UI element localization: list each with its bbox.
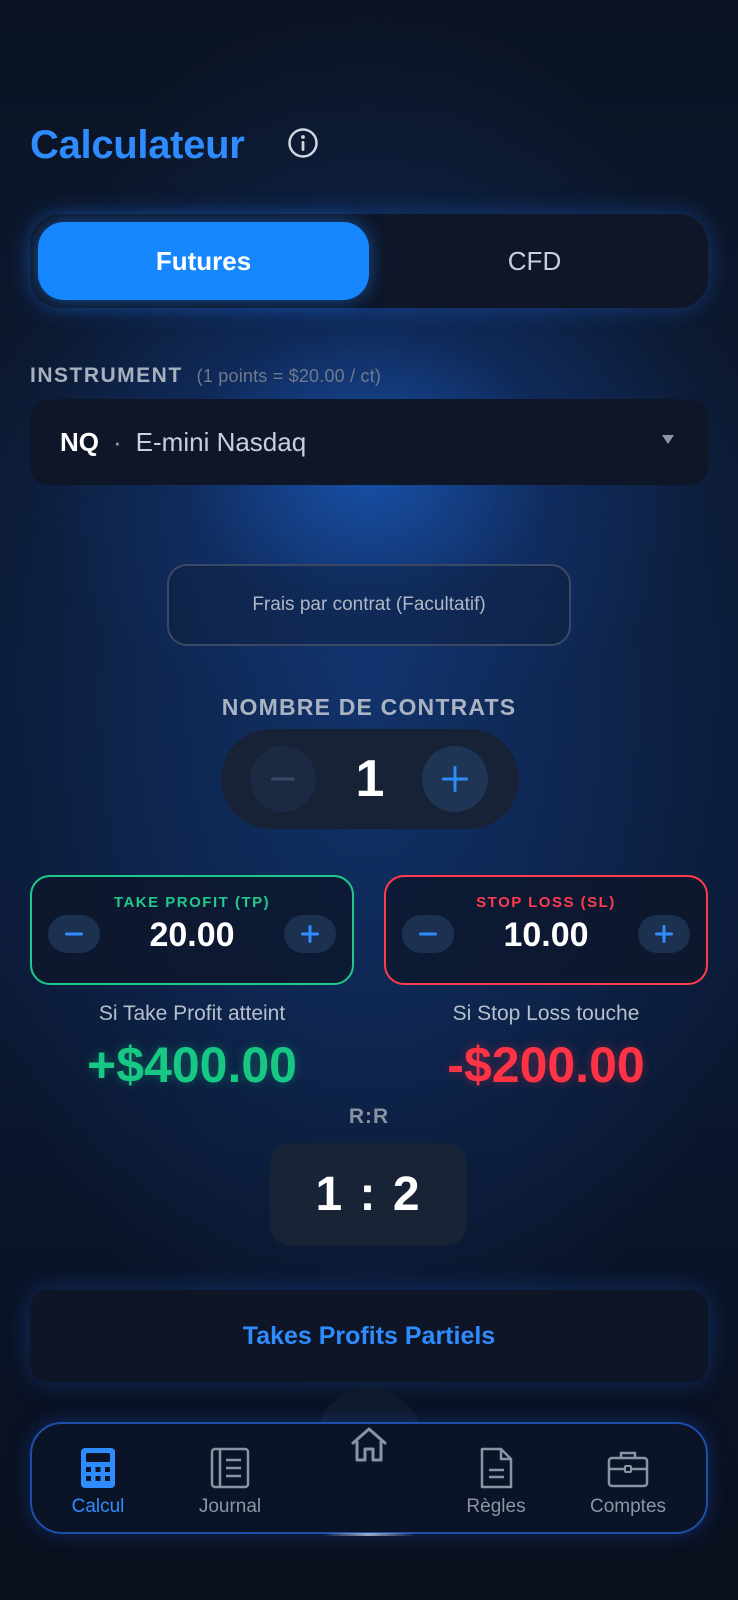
instrument-label-text: INSTRUMENT (30, 364, 183, 387)
instrument-label: INSTRUMENT (1 points = $20.00 / ct) (30, 364, 381, 388)
stop-loss-outcome-value: -$200.00 (447, 1037, 645, 1093)
take-profit-label: TAKE PROFIT (TP) (113, 894, 271, 911)
nav-item-journal[interactable]: Journal (170, 1424, 290, 1532)
minus-icon (419, 932, 437, 936)
stop-loss-value[interactable]: 10.00 (466, 913, 626, 957)
contracts-increment-button[interactable] (422, 746, 488, 812)
take-profit-outcome-value: +$400.00 (87, 1037, 297, 1093)
contracts-label: NOMBRE DE CONTRATS (221, 694, 517, 720)
chevron-down-icon (662, 435, 674, 444)
mode-toggle: Futures CFD (30, 214, 708, 308)
risk-reward-value: 1 : 2 (270, 1143, 467, 1245)
journal-icon (210, 1447, 250, 1489)
stop-loss-label: STOP LOSS (SL) (476, 894, 616, 911)
document-icon (480, 1447, 513, 1489)
home-indicator (322, 1533, 416, 1536)
point-value-hint: (1 points = $20.00 / ct) (196, 366, 382, 386)
instrument-name: E-mini Nasdaq (135, 426, 307, 457)
nav-label-comptes: Comptes (589, 1496, 667, 1517)
stop-loss-outcome-label: Si Stop Loss touche (452, 1002, 640, 1025)
home-icon[interactable] (347, 1423, 391, 1467)
nav-item-calcul[interactable]: Calcul (38, 1424, 158, 1532)
fees-per-contract-input[interactable]: Frais par contrat (Facultatif) (167, 564, 571, 646)
instrument-separator: · (113, 426, 122, 457)
info-circle-icon[interactable] (287, 127, 319, 159)
take-profit-increment-button[interactable] (284, 915, 336, 953)
tab-futures[interactable]: Futures (38, 222, 369, 300)
plus-icon (655, 925, 673, 943)
risk-reward-label: R:R (348, 1105, 390, 1128)
contracts-value: 1 (355, 750, 385, 808)
take-profit-value[interactable]: 20.00 (112, 913, 272, 957)
page-title: Calculateur (30, 122, 245, 167)
plus-icon (301, 925, 319, 943)
instrument-code: NQ (60, 426, 99, 457)
plus-icon (442, 766, 468, 792)
nav-item-regles[interactable]: Règles (436, 1424, 556, 1532)
nav-label-calcul: Calcul (71, 1496, 125, 1517)
take-profit-decrement-button[interactable] (48, 915, 100, 953)
calculator-icon (81, 1448, 115, 1488)
contracts-stepper: 1 (221, 729, 519, 829)
nav-label-journal: Journal (198, 1496, 262, 1517)
take-profit-outcome-label: Si Take Profit atteint (98, 1002, 286, 1025)
minus-icon (271, 777, 295, 781)
instrument-select[interactable]: NQ · E-mini Nasdaq (30, 399, 708, 485)
tab-cfd[interactable]: CFD (369, 222, 700, 300)
briefcase-icon (607, 1451, 649, 1488)
partial-take-profits-button[interactable]: Takes Profits Partiels (30, 1290, 708, 1382)
contracts-decrement-button[interactable] (250, 746, 316, 812)
nav-label-regles: Règles (466, 1496, 526, 1517)
stop-loss-decrement-button[interactable] (402, 915, 454, 953)
minus-icon (65, 932, 83, 936)
stop-loss-increment-button[interactable] (638, 915, 690, 953)
stop-loss-card: STOP LOSS (SL) 10.00 (384, 875, 708, 985)
take-profit-card: TAKE PROFIT (TP) 20.00 (30, 875, 354, 985)
nav-item-comptes[interactable]: Comptes (568, 1424, 688, 1532)
